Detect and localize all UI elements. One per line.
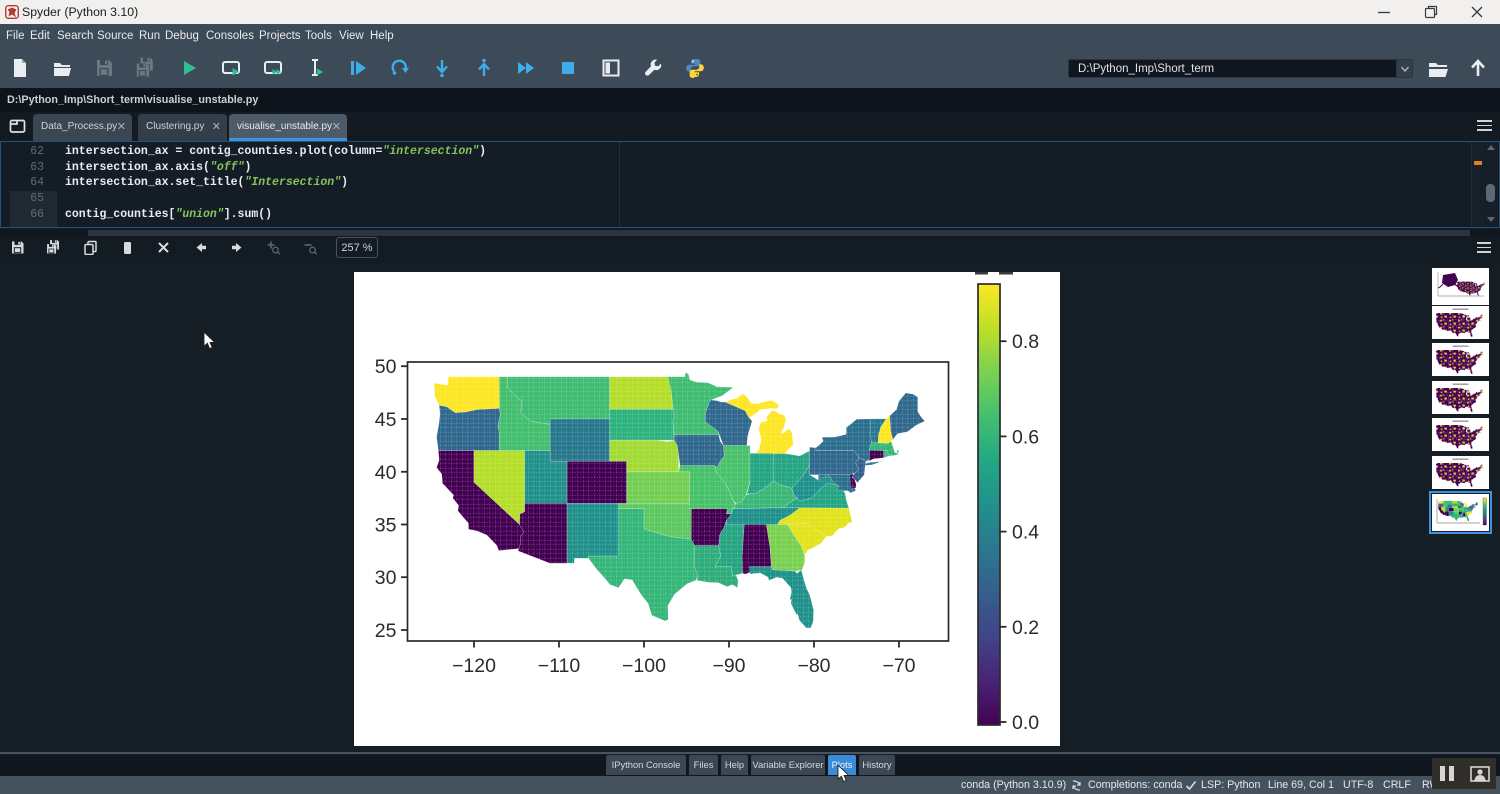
- svg-text:0.0: 0.0: [1012, 712, 1039, 734]
- svg-text:−90: −90: [712, 655, 745, 677]
- svg-text:45: 45: [375, 409, 397, 431]
- svg-text:35: 35: [375, 515, 397, 537]
- svg-text:40: 40: [375, 462, 397, 484]
- svg-text:−120: −120: [452, 655, 496, 677]
- svg-text:0.2: 0.2: [1012, 617, 1039, 639]
- svg-text:50: 50: [375, 356, 397, 378]
- svg-text:−110: −110: [538, 655, 581, 677]
- svg-text:S: S: [14, 13, 18, 19]
- svg-text:0.4: 0.4: [1012, 522, 1039, 544]
- svg-text:30: 30: [375, 567, 397, 589]
- svg-text:−100: −100: [622, 655, 666, 677]
- svg-text:25: 25: [375, 620, 397, 642]
- svg-text:0.8: 0.8: [1012, 331, 1039, 353]
- svg-text:0.6: 0.6: [1012, 426, 1039, 448]
- svg-text:−80: −80: [797, 655, 830, 677]
- svg-text:−70: −70: [882, 655, 915, 677]
